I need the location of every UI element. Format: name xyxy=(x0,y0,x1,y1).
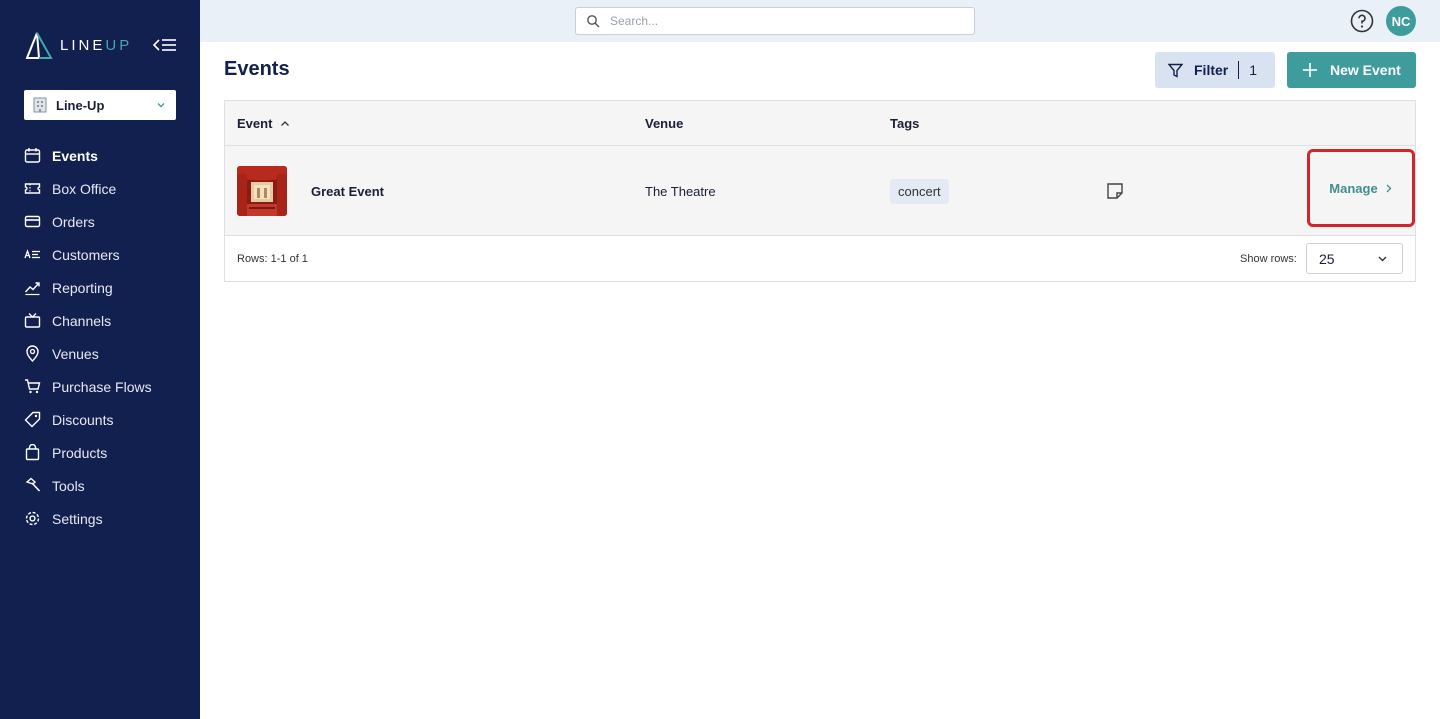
column-header-event[interactable]: Event xyxy=(237,101,290,146)
organization-name: Line-Up xyxy=(56,97,105,113)
new-event-label: New Event xyxy=(1330,62,1401,78)
tv-icon xyxy=(24,312,41,329)
page-title: Events xyxy=(224,58,290,80)
manage-button[interactable]: Manage xyxy=(1307,149,1415,227)
manage-label: Manage xyxy=(1329,180,1378,196)
search-box[interactable] xyxy=(575,7,975,35)
sidebar-item-label: Discounts xyxy=(52,411,114,428)
event-venue: The Theatre xyxy=(645,183,716,199)
chevron-down-icon xyxy=(157,103,165,108)
filter-label: Filter xyxy=(1194,62,1229,78)
chevron-down-icon xyxy=(1378,256,1387,262)
sidebar-item-venues[interactable]: Venues xyxy=(0,337,200,370)
user-avatar[interactable]: NC xyxy=(1386,6,1416,36)
bag-icon xyxy=(24,444,41,461)
sidebar-item-label: Tools xyxy=(52,477,85,494)
customers-icon xyxy=(24,246,41,263)
hammer-icon xyxy=(24,477,41,494)
sort-ascending-icon xyxy=(281,120,290,126)
sidebar-item-label: Reporting xyxy=(52,279,113,296)
collapse-sidebar-icon[interactable] xyxy=(152,34,178,56)
building-icon xyxy=(33,97,47,113)
sidebar-item-customers[interactable]: Customers xyxy=(0,238,200,271)
plus-icon xyxy=(1303,63,1317,77)
sidebar-item-box-office[interactable]: Box Office xyxy=(0,172,200,205)
filter-button[interactable]: Filter 1 xyxy=(1155,52,1275,88)
sidebar-item-label: Events xyxy=(52,147,98,164)
sidebar-item-label: Venues xyxy=(52,345,99,362)
filter-count: 1 xyxy=(1249,62,1258,78)
filter-icon xyxy=(1168,63,1183,78)
help-icon[interactable] xyxy=(1350,9,1374,33)
sidebar-item-channels[interactable]: Channels xyxy=(0,304,200,337)
logo-text: LINEUP xyxy=(60,36,133,54)
event-name[interactable]: Great Event xyxy=(311,146,384,236)
sidebar-item-events[interactable]: Events xyxy=(0,139,200,172)
sidebar-item-settings[interactable]: Settings xyxy=(0,502,200,535)
rows-info: Rows: 1-1 of 1 xyxy=(237,252,308,265)
sidebar-item-label: Products xyxy=(52,444,108,461)
sidebar-item-purchase-flows[interactable]: Purchase Flows xyxy=(0,370,200,403)
event-tags: concert xyxy=(890,146,949,236)
sidebar: LINEUP Line-Up Events Box Office Orders … xyxy=(0,0,200,719)
rows-per-page-value: 25 xyxy=(1319,250,1335,267)
rows-per-page-select[interactable]: 25 xyxy=(1306,243,1403,274)
map-pin-icon xyxy=(24,345,41,362)
search-input[interactable] xyxy=(610,14,950,28)
show-rows-label: Show rows: xyxy=(1240,252,1297,265)
logo-mark-icon xyxy=(25,32,53,59)
event-thumbnail xyxy=(237,166,287,216)
divider xyxy=(1238,61,1240,79)
top-bar: NC xyxy=(200,0,1440,42)
column-header-tags[interactable]: Tags xyxy=(890,101,919,146)
events-table: Event Venue Tags Great Event The Theatre xyxy=(224,100,1416,282)
cart-icon xyxy=(24,378,41,395)
sidebar-nav: Events Box Office Orders Customers Repor… xyxy=(0,139,200,535)
table-header: Event Venue Tags xyxy=(225,101,1415,146)
organization-select[interactable]: Line-Up xyxy=(24,90,176,120)
search-icon xyxy=(587,15,600,28)
new-event-button[interactable]: New Event xyxy=(1287,52,1416,88)
sidebar-item-label: Settings xyxy=(52,510,103,527)
sidebar-item-label: Purchase Flows xyxy=(52,378,152,395)
sidebar-item-reporting[interactable]: Reporting xyxy=(0,271,200,304)
table-footer: Rows: 1-1 of 1 Show rows: 25 xyxy=(225,236,1415,281)
card-icon xyxy=(24,213,41,230)
chart-line-icon xyxy=(24,279,41,296)
ticket-icon xyxy=(24,180,41,197)
sidebar-item-label: Channels xyxy=(52,312,112,329)
gear-icon xyxy=(24,510,41,527)
sidebar-item-label: Customers xyxy=(52,246,120,263)
logo[interactable]: LINEUP xyxy=(24,30,132,60)
sidebar-item-products[interactable]: Products xyxy=(0,436,200,469)
table-row[interactable]: Great Event The Theatre concert Manage xyxy=(225,146,1415,236)
tag-badge: concert xyxy=(890,178,949,204)
chevron-right-icon xyxy=(1386,184,1392,192)
sidebar-item-label: Orders xyxy=(52,213,95,230)
sidebar-item-discounts[interactable]: Discounts xyxy=(0,403,200,436)
sidebar-item-tools[interactable]: Tools xyxy=(0,469,200,502)
column-header-venue[interactable]: Venue xyxy=(645,101,683,146)
sidebar-item-orders[interactable]: Orders xyxy=(0,205,200,238)
calendar-icon xyxy=(24,147,41,164)
note-icon[interactable] xyxy=(1106,182,1124,200)
sidebar-item-label: Box Office xyxy=(52,180,117,197)
tag-icon xyxy=(24,411,41,428)
